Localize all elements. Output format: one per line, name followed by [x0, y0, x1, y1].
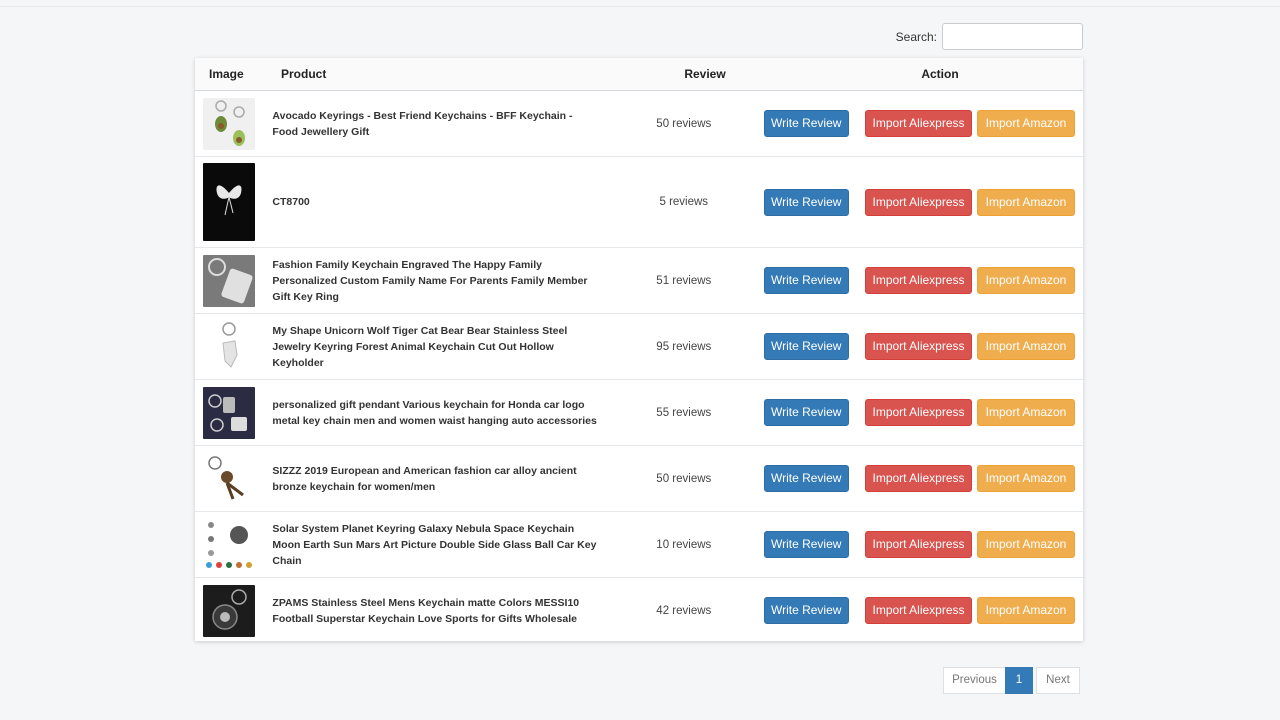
header-review[interactable]: Review: [657, 67, 753, 81]
write-review-button[interactable]: Write Review: [763, 399, 849, 426]
import-aliexpress-button[interactable]: Import Aliexpress: [865, 531, 973, 558]
product-thumbnail: [203, 254, 255, 307]
review-count: 95 reviews: [656, 340, 712, 353]
product-name: Avocado Keyrings - Best Friend Keychains…: [272, 109, 573, 138]
review-count: 55 reviews: [656, 406, 712, 419]
product-thumbnail: [203, 386, 255, 439]
table-row: personalized gift pendant Various keycha…: [195, 380, 1083, 446]
import-amazon-button[interactable]: Import Amazon: [977, 188, 1076, 216]
pagination: Previous 1 Next: [943, 667, 1080, 694]
review-count: 10 reviews: [656, 538, 712, 551]
import-aliexpress-button[interactable]: Import Aliexpress: [865, 110, 973, 137]
import-aliexpress-button[interactable]: Import Aliexpress: [865, 465, 973, 492]
table-row: Fashion Family Keychain Engraved The Hap…: [195, 248, 1083, 314]
write-review-button[interactable]: Write Review: [763, 267, 849, 294]
import-aliexpress-button[interactable]: Import Aliexpress: [865, 597, 973, 624]
table-header: Image Product Review Action: [195, 58, 1083, 91]
table-row: ZPAMS Stainless Steel Mens Keychain matt…: [195, 578, 1083, 643]
table-row: Avocado Keyrings - Best Friend Keychains…: [195, 91, 1083, 157]
search-label: Search:: [895, 29, 937, 44]
import-amazon-button[interactable]: Import Amazon: [977, 110, 1076, 137]
product-name: Fashion Family Keychain Engraved The Hap…: [272, 258, 588, 303]
import-aliexpress-button[interactable]: Import Aliexpress: [865, 333, 973, 360]
import-aliexpress-button[interactable]: Import Aliexpress: [865, 267, 973, 294]
import-amazon-button[interactable]: Import Amazon: [977, 465, 1076, 492]
review-count: 5 reviews: [659, 196, 709, 208]
table-row: Solar System Planet Keyring Galaxy Nebul…: [195, 512, 1083, 578]
write-review-button[interactable]: Write Review: [763, 465, 849, 492]
import-amazon-button[interactable]: Import Amazon: [977, 531, 1076, 558]
import-amazon-button[interactable]: Import Amazon: [977, 399, 1076, 426]
table-row: My Shape Unicorn Wolf Tiger Cat Bear Bea…: [195, 314, 1083, 380]
write-review-button[interactable]: Write Review: [763, 531, 849, 558]
product-thumbnail: [203, 452, 255, 505]
product-name: SIZZZ 2019 European and American fashion…: [272, 464, 577, 493]
write-review-button[interactable]: Write Review: [763, 333, 849, 360]
import-aliexpress-button[interactable]: Import Aliexpress: [865, 188, 973, 216]
product-name: Solar System Planet Keyring Galaxy Nebul…: [272, 522, 597, 567]
product-thumbnail: [203, 97, 255, 150]
top-divider: [0, 6, 1280, 7]
write-review-button[interactable]: Write Review: [763, 597, 849, 624]
search-input[interactable]: [942, 23, 1083, 50]
write-review-button[interactable]: Write Review: [763, 188, 849, 216]
review-count: 51 reviews: [656, 274, 712, 287]
product-name: personalized gift pendant Various keycha…: [272, 398, 597, 427]
review-count: 50 reviews: [656, 117, 712, 130]
import-amazon-button[interactable]: Import Amazon: [977, 267, 1076, 294]
import-amazon-button[interactable]: Import Amazon: [977, 333, 1076, 360]
review-count: 42 reviews: [656, 604, 712, 617]
next-page-button[interactable]: Next: [1036, 667, 1080, 694]
product-name: My Shape Unicorn Wolf Tiger Cat Bear Bea…: [272, 324, 568, 369]
previous-page-button[interactable]: Previous: [943, 667, 1006, 694]
review-count: 50 reviews: [656, 472, 712, 485]
page-1-button[interactable]: 1: [1005, 667, 1033, 694]
import-aliexpress-button[interactable]: Import Aliexpress: [865, 399, 973, 426]
import-amazon-button[interactable]: Import Amazon: [977, 597, 1076, 624]
product-name: CT8700: [272, 196, 310, 208]
product-thumbnail: [203, 320, 255, 373]
header-product[interactable]: Product: [281, 67, 657, 81]
products-table: Image Product Review Action Avocado Keyr…: [195, 58, 1083, 641]
header-action: Action: [921, 67, 959, 81]
product-name: ZPAMS Stainless Steel Mens Keychain matt…: [272, 596, 580, 625]
table-row: CT8700 5 reviews Write Review Import Ali…: [195, 157, 1083, 248]
header-image[interactable]: Image: [195, 67, 281, 81]
table-row: SIZZZ 2019 European and American fashion…: [195, 446, 1083, 512]
write-review-button[interactable]: Write Review: [763, 110, 849, 137]
product-thumbnail: [203, 584, 255, 637]
product-thumbnail: [203, 518, 255, 571]
product-thumbnail: [203, 163, 255, 241]
search-bar: Search:: [195, 23, 1083, 50]
